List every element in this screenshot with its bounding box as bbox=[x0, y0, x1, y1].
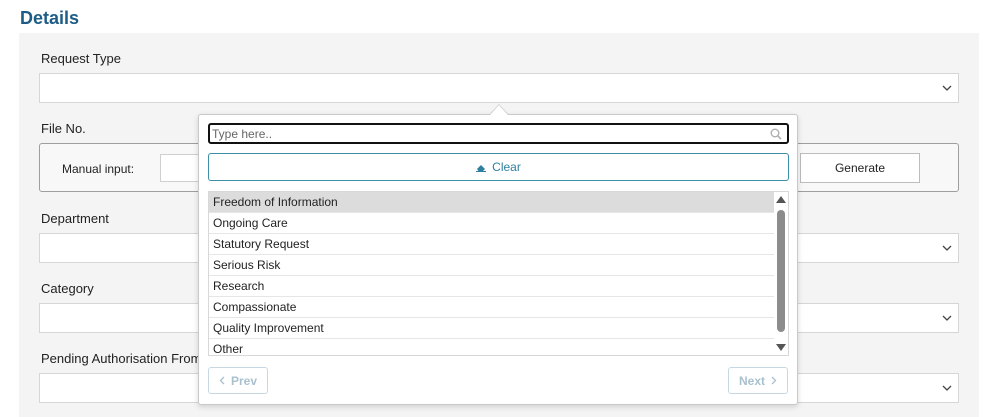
chevron-down-icon bbox=[942, 385, 952, 391]
dropdown-search[interactable] bbox=[208, 123, 789, 144]
dropdown-search-input[interactable] bbox=[210, 125, 787, 142]
prev-button-label: Prev bbox=[230, 373, 258, 388]
scroll-down-arrow-icon[interactable] bbox=[776, 344, 786, 351]
dropdown-options-list: Freedom of Information Ongoing Care Stat… bbox=[208, 191, 789, 356]
popup-arrow-fill bbox=[490, 105, 508, 115]
list-item[interactable]: Freedom of Information bbox=[209, 192, 775, 213]
list-item[interactable]: Compassionate bbox=[209, 297, 775, 318]
clear-button-label: Clear bbox=[492, 160, 521, 174]
list-item[interactable]: Serious Risk bbox=[209, 255, 775, 276]
chevron-down-icon bbox=[942, 85, 952, 91]
next-button-label: Next bbox=[738, 373, 765, 388]
scroll-thumb[interactable] bbox=[777, 210, 785, 332]
list-item[interactable]: Statutory Request bbox=[209, 234, 775, 255]
request-type-select[interactable] bbox=[39, 73, 959, 103]
request-type-label: Request Type bbox=[41, 51, 121, 66]
list-item[interactable]: Other bbox=[209, 339, 775, 355]
category-label: Category bbox=[41, 281, 94, 296]
manual-input-label: Manual input: bbox=[62, 162, 135, 176]
file-no-label: File No. bbox=[41, 121, 86, 136]
list-item[interactable]: Ongoing Care bbox=[209, 213, 775, 234]
chevron-down-icon bbox=[942, 315, 952, 321]
next-button[interactable]: Next bbox=[728, 367, 788, 394]
chevron-right-icon bbox=[771, 376, 777, 385]
pending-authorisation-label: Pending Authorisation From bbox=[41, 351, 202, 366]
clear-button[interactable]: Clear bbox=[208, 153, 789, 181]
eraser-icon bbox=[476, 164, 487, 172]
chevron-down-icon bbox=[942, 245, 952, 251]
chevron-left-icon bbox=[219, 376, 225, 385]
section-title: Details bbox=[20, 8, 80, 28]
list-item[interactable]: Quality Improvement bbox=[209, 318, 775, 339]
generate-button[interactable]: Generate bbox=[800, 153, 920, 183]
list-scrollbar[interactable] bbox=[774, 192, 788, 355]
list-item[interactable]: Research bbox=[209, 276, 775, 297]
department-label: Department bbox=[41, 211, 109, 226]
prev-button[interactable]: Prev bbox=[208, 367, 268, 394]
request-type-dropdown: Clear Freedom of Information Ongoing Car… bbox=[198, 114, 798, 405]
search-icon bbox=[770, 128, 782, 140]
scroll-up-arrow-icon[interactable] bbox=[776, 196, 786, 203]
